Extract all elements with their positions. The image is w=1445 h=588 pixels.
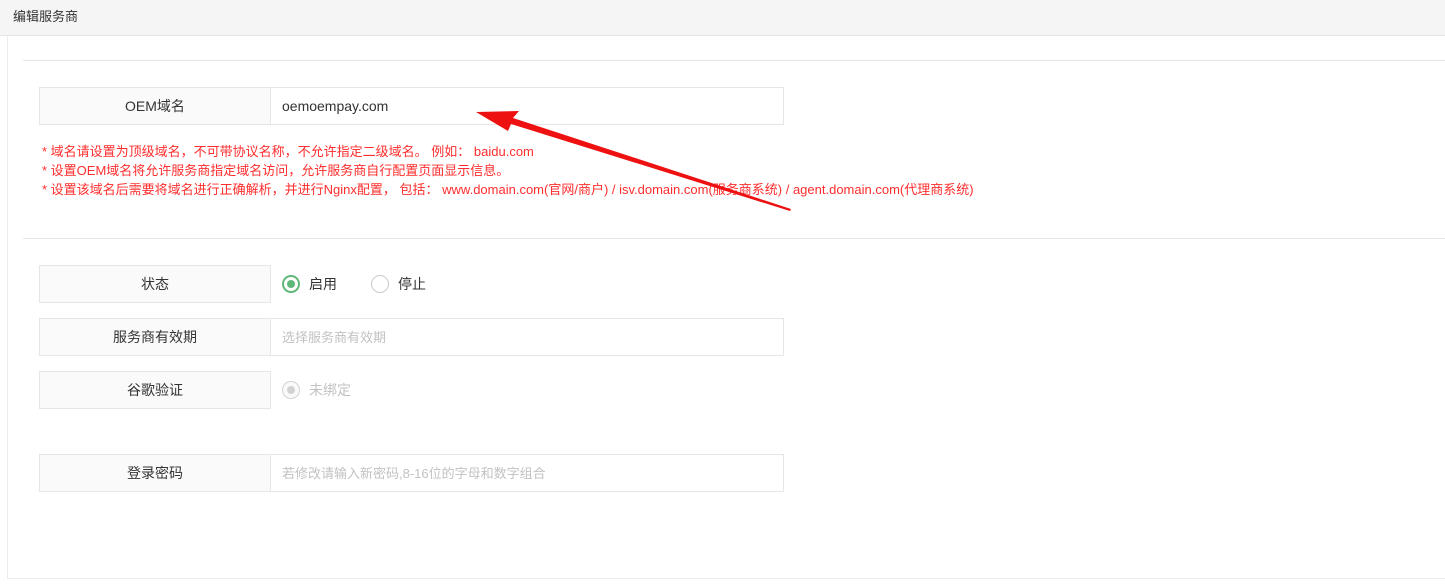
password-row: 登录密码 [39,454,784,492]
google-auth-option-unbound: 未绑定 [282,380,351,400]
google-auth-radio-group: 未绑定 [282,371,385,409]
status-option-stopped[interactable]: 停止 [371,274,426,294]
oem-note-1: * 域名请设置为顶级域名，不可带协议名称，不允许指定二级域名。 例如： baid… [42,144,534,159]
page-title: 编辑服务商 [13,9,79,24]
status-option-stopped-label: 停止 [398,276,426,292]
page-header: 编辑服务商 [0,0,1445,36]
radio-checked-icon [282,275,300,293]
divider-middle [23,238,1445,239]
google-auth-row: 谷歌验证 未绑定 [39,371,784,409]
status-option-enabled[interactable]: 启用 [282,274,337,294]
oem-note-3: * 设置该域名后需要将域名进行正确解析，并进行Nginx配置， 包括： www.… [42,182,974,197]
password-input[interactable] [270,454,784,492]
radio-disabled-icon [282,381,300,399]
radio-unchecked-icon [371,275,389,293]
status-row: 状态 启用 停止 [39,265,784,303]
oem-domain-input[interactable] [270,87,784,125]
oem-domain-notes: * 域名请设置为顶级域名，不可带协议名称，不允许指定二级域名。 例如： baid… [42,142,974,199]
oem-domain-label: OEM域名 [39,87,271,125]
password-label: 登录密码 [39,454,271,492]
validity-row: 服务商有效期 [39,318,784,356]
oem-note-2: * 设置OEM域名将允许服务商指定域名访问，允许服务商自行配置页面显示信息。 [42,163,510,178]
validity-date-input[interactable] [270,318,784,356]
status-label: 状态 [39,265,271,303]
status-radio-group: 启用 停止 [282,265,460,303]
google-auth-option-label: 未绑定 [309,382,351,398]
status-option-enabled-label: 启用 [309,276,337,292]
google-auth-label: 谷歌验证 [39,371,271,409]
validity-label: 服务商有效期 [39,318,271,356]
oem-domain-row: OEM域名 [39,87,784,125]
divider-top [23,60,1445,61]
